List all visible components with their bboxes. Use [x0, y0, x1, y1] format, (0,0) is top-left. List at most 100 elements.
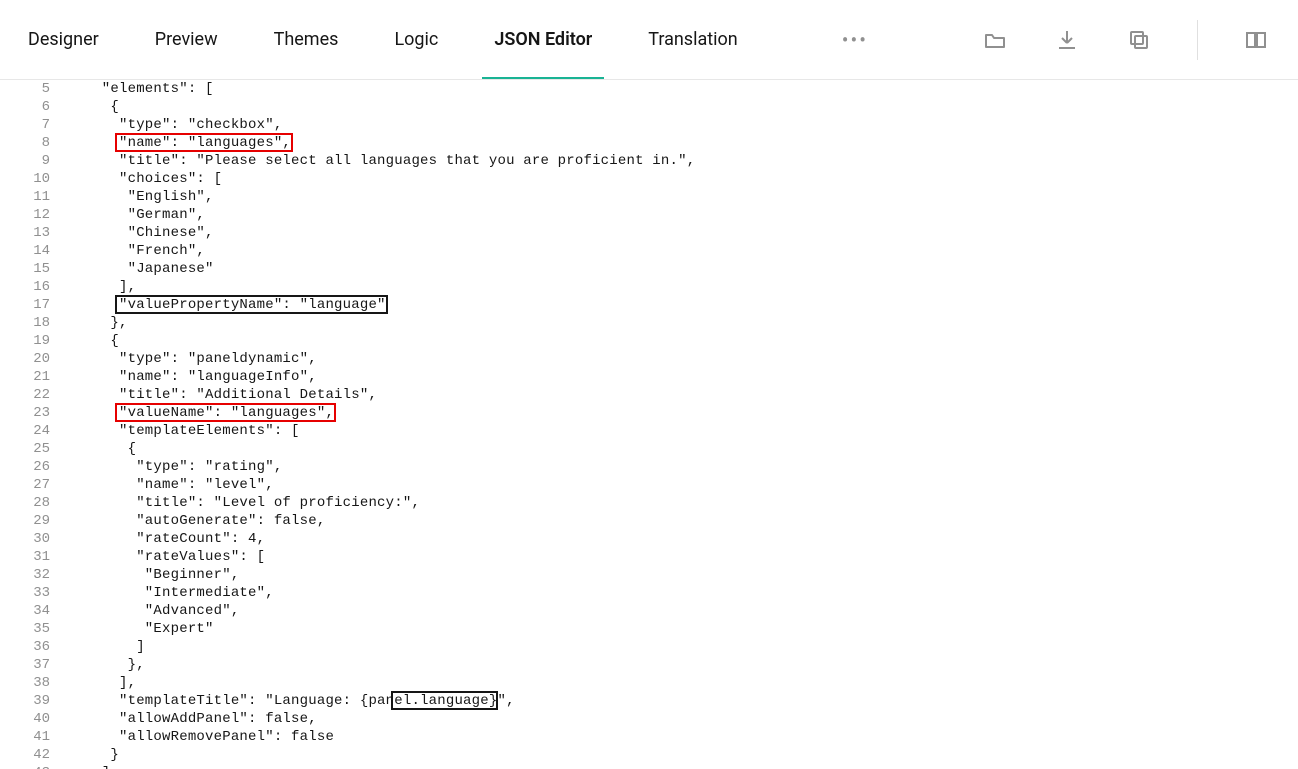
code-line[interactable]: ],: [64, 764, 1298, 769]
code-line[interactable]: "Japanese": [64, 260, 1298, 278]
code-text: ],: [76, 278, 136, 296]
line-number: 13: [0, 224, 50, 242]
line-number: 15: [0, 260, 50, 278]
code-line[interactable]: "templateElements": [: [64, 422, 1298, 440]
code-line[interactable]: ]: [64, 638, 1298, 656]
code-line[interactable]: "Expert": [64, 620, 1298, 638]
tab-logic[interactable]: Logic: [394, 0, 438, 79]
code-line[interactable]: "autoGenerate": false,: [64, 512, 1298, 530]
more-tabs-button[interactable]: •••: [842, 28, 868, 52]
copy-button[interactable]: [1125, 26, 1153, 54]
line-number: 25: [0, 440, 50, 458]
code-line[interactable]: "German",: [64, 206, 1298, 224]
toolbar-divider: [1197, 20, 1198, 60]
line-number: 21: [0, 368, 50, 386]
tab-preview[interactable]: Preview: [155, 0, 218, 79]
code-text: "templateTitle": "Language: {panel.langu…: [76, 692, 515, 710]
code-text: "allowRemovePanel": false: [76, 728, 334, 746]
download-button[interactable]: [1053, 26, 1081, 54]
line-number: 6: [0, 98, 50, 116]
code-text: "name": "languageInfo",: [76, 368, 317, 386]
folder-icon: [983, 28, 1007, 52]
code-text: "Advanced",: [76, 602, 239, 620]
line-number: 42: [0, 746, 50, 764]
code-text: "French",: [76, 242, 205, 260]
code-text: "English",: [76, 188, 214, 206]
code-text: ],: [76, 674, 136, 692]
toolbar-right: [981, 20, 1270, 60]
code-content[interactable]: "elements": [ { "type": "checkbox", "nam…: [58, 80, 1298, 769]
code-line[interactable]: "rateCount": 4,: [64, 530, 1298, 548]
line-number: 38: [0, 674, 50, 692]
code-line[interactable]: "choices": [: [64, 170, 1298, 188]
code-line[interactable]: "elements": [: [64, 80, 1298, 98]
tab-translation[interactable]: Translation: [648, 0, 738, 79]
code-line[interactable]: "allowAddPanel": false,: [64, 710, 1298, 728]
tab-bar: Designer Preview Themes Logic JSON Edito…: [0, 0, 1298, 80]
tab-label: Logic: [394, 29, 438, 50]
code-text: "valueName": "languages",: [76, 404, 334, 422]
code-line[interactable]: ],: [64, 674, 1298, 692]
tab-label: JSON Editor: [494, 29, 592, 50]
code-line[interactable]: "type": "checkbox",: [64, 116, 1298, 134]
line-number: 12: [0, 206, 50, 224]
code-line[interactable]: "valuePropertyName": "language": [64, 296, 1298, 314]
code-text: "Japanese": [76, 260, 214, 278]
code-text: "Expert": [76, 620, 214, 638]
line-number: 32: [0, 566, 50, 584]
line-number: 39: [0, 692, 50, 710]
code-text: "name": "languages",: [76, 134, 291, 152]
code-line[interactable]: {: [64, 98, 1298, 116]
line-number: 34: [0, 602, 50, 620]
code-text: },: [76, 656, 145, 674]
code-text: "German",: [76, 206, 205, 224]
docs-button[interactable]: [1242, 26, 1270, 54]
line-number: 31: [0, 548, 50, 566]
code-text: "valuePropertyName": "language": [76, 296, 386, 314]
code-line[interactable]: "Chinese",: [64, 224, 1298, 242]
code-line[interactable]: }: [64, 746, 1298, 764]
code-line[interactable]: "title": "Level of proficiency:",: [64, 494, 1298, 512]
line-number: 29: [0, 512, 50, 530]
code-line[interactable]: "title": "Please select all languages th…: [64, 152, 1298, 170]
code-line[interactable]: },: [64, 314, 1298, 332]
code-line[interactable]: "templateTitle": "Language: {panel.langu…: [64, 692, 1298, 710]
line-number: 23: [0, 404, 50, 422]
code-line[interactable]: "French",: [64, 242, 1298, 260]
code-line[interactable]: {: [64, 440, 1298, 458]
line-number: 28: [0, 494, 50, 512]
code-line[interactable]: "title": "Additional Details",: [64, 386, 1298, 404]
line-number: 17: [0, 296, 50, 314]
tab-json-editor[interactable]: JSON Editor: [494, 0, 592, 79]
line-number-gutter: 5678910111213141516171819202122232425262…: [0, 80, 58, 769]
open-folder-button[interactable]: [981, 26, 1009, 54]
code-text: },: [76, 314, 128, 332]
code-text: "rateValues": [: [76, 548, 265, 566]
code-editor[interactable]: 5678910111213141516171819202122232425262…: [0, 80, 1298, 769]
code-line[interactable]: "valueName": "languages",: [64, 404, 1298, 422]
line-number: 8: [0, 134, 50, 152]
code-line[interactable]: ],: [64, 278, 1298, 296]
code-line[interactable]: "Beginner",: [64, 566, 1298, 584]
line-number: 20: [0, 350, 50, 368]
code-line[interactable]: {: [64, 332, 1298, 350]
code-line[interactable]: "Advanced",: [64, 602, 1298, 620]
code-line[interactable]: "type": "rating",: [64, 458, 1298, 476]
code-line[interactable]: "name": "level",: [64, 476, 1298, 494]
tab-themes[interactable]: Themes: [274, 0, 339, 79]
code-line[interactable]: },: [64, 656, 1298, 674]
tab-designer[interactable]: Designer: [28, 0, 99, 79]
line-number: 35: [0, 620, 50, 638]
code-text: ]: [76, 638, 145, 656]
code-line[interactable]: "name": "languages",: [64, 134, 1298, 152]
code-line[interactable]: "type": "paneldynamic",: [64, 350, 1298, 368]
code-line[interactable]: "name": "languageInfo",: [64, 368, 1298, 386]
code-line[interactable]: "allowRemovePanel": false: [64, 728, 1298, 746]
code-line[interactable]: "English",: [64, 188, 1298, 206]
line-number: 40: [0, 710, 50, 728]
code-line[interactable]: "rateValues": [: [64, 548, 1298, 566]
code-line[interactable]: "Intermediate",: [64, 584, 1298, 602]
line-number: 37: [0, 656, 50, 674]
code-text: "Beginner",: [76, 566, 239, 584]
line-number: 36: [0, 638, 50, 656]
